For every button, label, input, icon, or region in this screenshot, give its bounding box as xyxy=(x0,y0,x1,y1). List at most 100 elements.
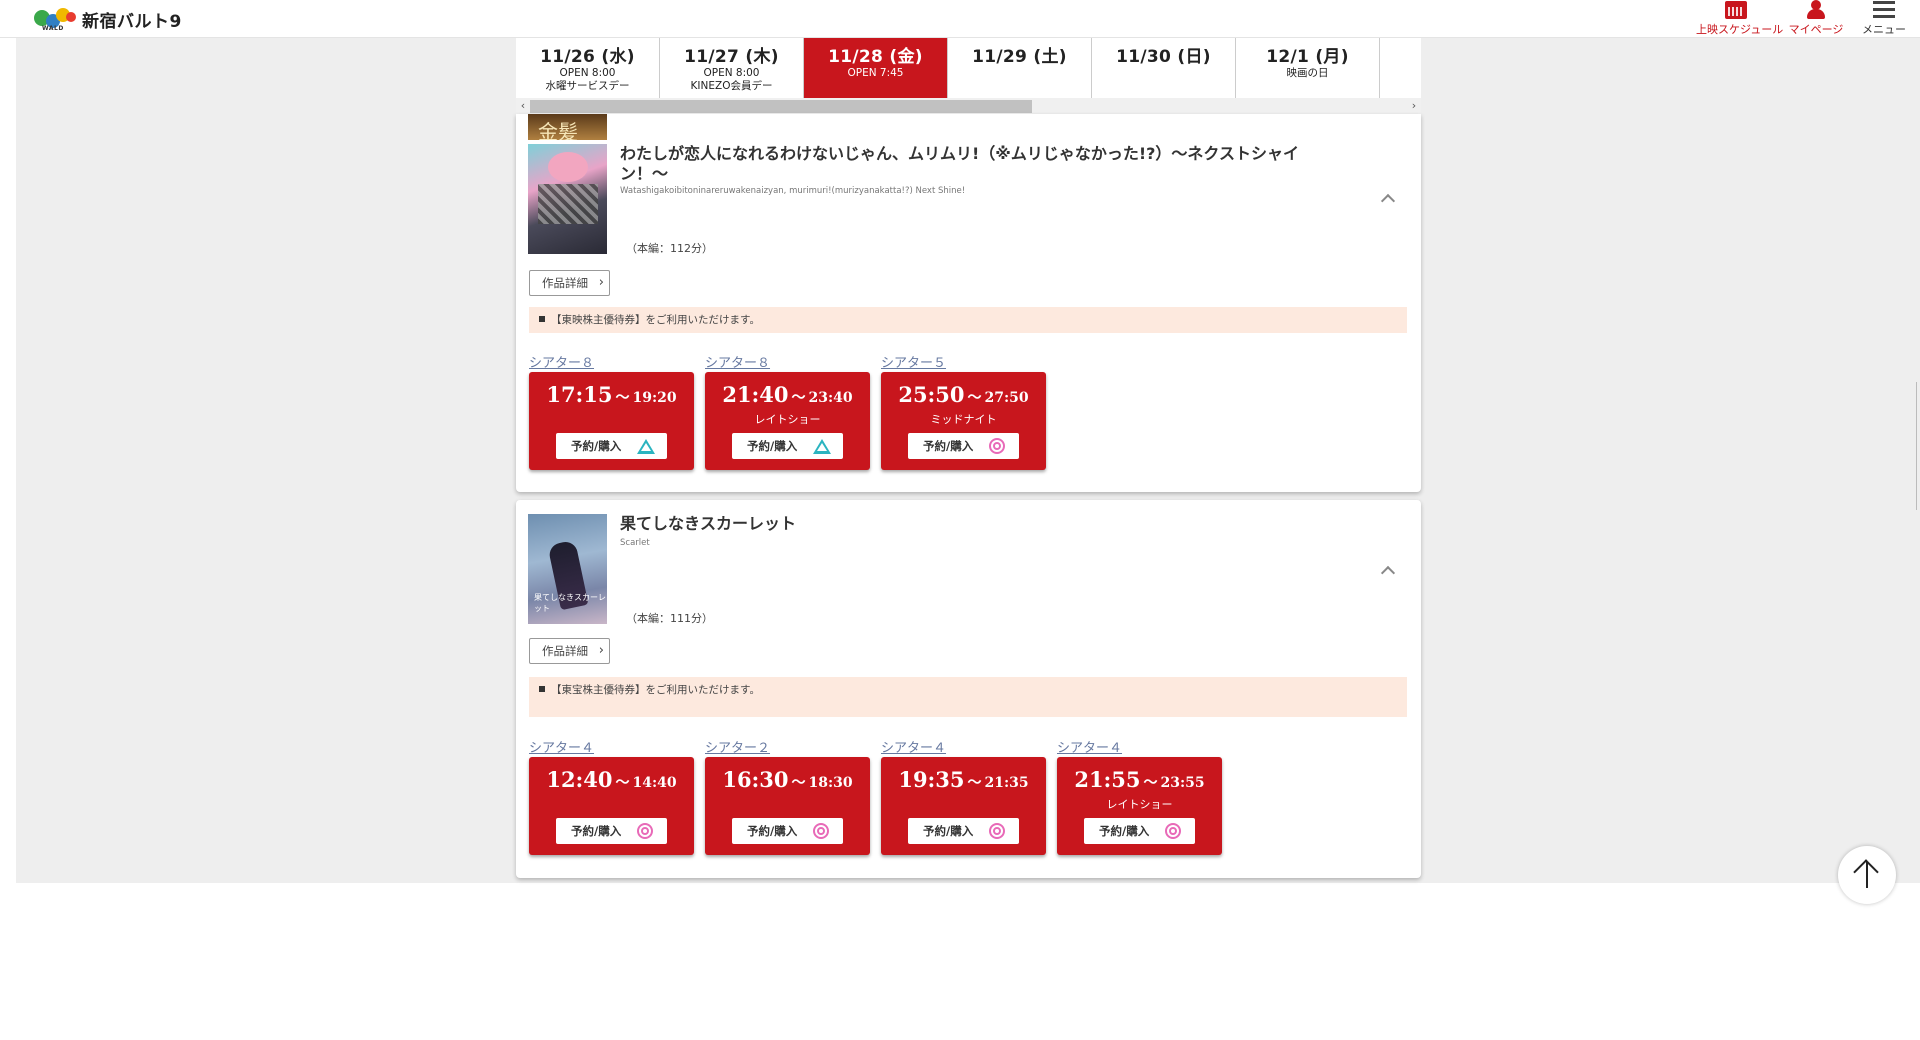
date-tab[interactable]: 11/30 (日) xyxy=(1092,38,1236,98)
collapse-chevron-icon[interactable] xyxy=(1380,565,1396,581)
movie-detail-button[interactable]: 作品詳細 xyxy=(529,638,610,664)
movie-subtitle: Scarlet xyxy=(620,538,650,548)
reserve-button[interactable]: 予約/購入 xyxy=(556,433,667,459)
nav-menu[interactable]: メニュー xyxy=(1856,0,1912,38)
logo-text: 新宿バルト9 xyxy=(82,11,182,32)
reserve-button-label: 予約/購入 xyxy=(571,824,622,838)
header-nav: 上映スケジュール マイページ メニュー xyxy=(1696,0,1920,38)
end-time: 27:50 xyxy=(984,390,1029,406)
end-time: 23:40 xyxy=(808,390,853,406)
few-seats-triangle-icon xyxy=(813,439,831,454)
movie-poster[interactable] xyxy=(528,144,607,254)
available-circle-icon xyxy=(989,823,1005,839)
date-tab-line2: KI xyxy=(1380,62,1421,75)
theater-link[interactable]: シアター４ xyxy=(529,737,694,756)
nav-menu-label: メニュー xyxy=(1862,23,1906,36)
date-tab-date: 11/27 (木) xyxy=(684,47,779,67)
poster-caption: 果てしなきスカーレット xyxy=(534,593,606,613)
reserve-button-label: 予約/購入 xyxy=(747,439,798,453)
date-tab[interactable]: 11/28 (金) OPEN 7:45 xyxy=(804,38,948,98)
showtime-item: シアター５ 25:50 〜 27:50 ミッドナイト 予約/購入 xyxy=(881,352,1046,470)
theater-link[interactable]: シアター５ xyxy=(881,352,1046,371)
theater-link[interactable]: シアター４ xyxy=(881,737,1046,756)
bullet-square-icon xyxy=(539,316,545,322)
date-tab-line1: OPEN 8:00 xyxy=(559,67,616,79)
end-time: 19:20 xyxy=(632,390,677,406)
nav-schedule-label: 上映スケジュール xyxy=(1696,23,1784,36)
date-tab-date: 11/30 (日) xyxy=(1116,47,1211,67)
end-time: 18:30 xyxy=(808,775,853,791)
reserve-button[interactable]: 予約/購入 xyxy=(732,818,843,844)
ticket-notice-text: 【東宝株主優待券】をご利用いただけます。 xyxy=(551,684,760,696)
theater-link[interactable]: シアター８ xyxy=(705,352,870,371)
date-tab-date: 1 xyxy=(1380,42,1421,62)
date-tab[interactable]: 12/1 (月) 映画の日 xyxy=(1236,38,1380,98)
date-tabs-strip: 11/26 (水) OPEN 8:00 水曜サービスデー 11/27 (木) OPEN … xyxy=(516,38,1421,98)
calendar-icon xyxy=(1725,1,1747,19)
reserve-button-label: 予約/購入 xyxy=(1099,824,1150,838)
nav-mypage[interactable]: マイページ xyxy=(1776,0,1856,38)
ticket-notice: 【東映株主優待券】をご利用いただけます。 xyxy=(529,307,1407,333)
showtime-slot[interactable]: 16:30 〜 18:30 予約/購入 xyxy=(705,757,870,855)
date-tab-date: 12/1 (月) xyxy=(1266,47,1349,67)
showtime-slot[interactable]: 25:50 〜 27:50 ミッドナイト 予約/購入 xyxy=(881,372,1046,470)
date-tabs-scrollbar[interactable]: ‹ › xyxy=(516,98,1421,114)
date-tab[interactable]: 11/27 (木) OPEN 8:00 KINEZO会員デー xyxy=(660,38,804,98)
date-tab[interactable]: 11/29 (土) xyxy=(948,38,1092,98)
previous-poster-fragment: 金髪 xyxy=(528,114,607,140)
bullet-square-icon xyxy=(539,686,545,692)
date-tab-line2: 水曜サービスデー xyxy=(545,80,630,92)
showtime-slot[interactable]: 12:40 〜 14:40 予約/購入 xyxy=(529,757,694,855)
showtime-item: シアター８ 21:40 〜 23:40 レイトショー 予約/購入 xyxy=(705,352,870,470)
showtime-slot[interactable]: 21:55 〜 23:55 レイトショー 予約/購入 xyxy=(1057,757,1222,855)
end-time: 23:55 xyxy=(1160,775,1205,791)
nav-mypage-label: マイページ xyxy=(1788,23,1844,36)
reserve-button[interactable]: 予約/購入 xyxy=(908,818,1019,844)
showtime-item: シアター２ 16:30 〜 18:30 予約/購入 xyxy=(705,737,870,855)
back-to-top-button[interactable] xyxy=(1838,846,1896,904)
nav-schedule[interactable]: 上映スケジュール xyxy=(1696,0,1784,38)
theater-link[interactable]: シアター８ xyxy=(529,352,694,371)
start-time: 25:50 xyxy=(898,382,965,407)
showtime-item: シアター４ 21:55 〜 23:55 レイトショー 予約/購入 xyxy=(1057,737,1222,855)
start-time: 12:40 xyxy=(546,767,613,792)
available-circle-icon xyxy=(989,438,1005,454)
showtime-slot[interactable]: 21:40 〜 23:40 レイトショー 予約/購入 xyxy=(705,372,870,470)
user-icon xyxy=(1807,0,1825,19)
scroll-right-arrow-icon[interactable]: › xyxy=(1407,98,1421,114)
reserve-button[interactable]: 予約/購入 xyxy=(556,818,667,844)
showtime-item: シアター４ 12:40 〜 14:40 予約/購入 xyxy=(529,737,694,855)
movie-poster[interactable]: 果てしなきスカーレット xyxy=(528,514,607,624)
ticket-notice: 【東宝株主優待券】をご利用いただけます。 xyxy=(529,677,1407,717)
date-tab-line1: OPEN 7:45 xyxy=(847,67,904,79)
start-time: 21:55 xyxy=(1074,767,1141,792)
date-tab-line2: KINEZO会員デー xyxy=(690,80,773,92)
few-seats-triangle-icon xyxy=(637,439,655,454)
reserve-button[interactable]: 予約/購入 xyxy=(908,433,1019,459)
date-tab[interactable]: 11/26 (水) OPEN 8:00 水曜サービスデー xyxy=(516,38,660,98)
movie-title: 果てしなきスカーレット xyxy=(620,514,797,533)
showtime-slot[interactable]: 19:35 〜 21:35 予約/購入 xyxy=(881,757,1046,855)
movie-subtitle: Watashigakoibitoninareruwakenaizyan, mur… xyxy=(620,186,966,196)
theater-link[interactable]: シアター４ xyxy=(1057,737,1222,756)
scroll-left-arrow-icon[interactable]: ‹ xyxy=(516,98,530,114)
end-time: 21:35 xyxy=(984,775,1029,791)
reserve-button-label: 予約/購入 xyxy=(571,439,622,453)
logo-mark-icon: WALD xyxy=(34,6,76,32)
reserve-button[interactable]: 予約/購入 xyxy=(1084,818,1195,844)
available-circle-icon xyxy=(637,823,653,839)
showtime-slot[interactable]: 17:15 〜 19:20 予約/購入 xyxy=(529,372,694,470)
theater-link[interactable]: シアター２ xyxy=(705,737,870,756)
site-logo[interactable]: WALD 新宿バルト9 xyxy=(34,6,182,32)
scrollbar-thumb[interactable] xyxy=(530,100,1032,113)
start-time: 19:35 xyxy=(898,767,965,792)
reserve-button[interactable]: 予約/購入 xyxy=(732,433,843,459)
movie-card: 果てしなきスカーレット 果てしなきスカーレット Scarlet （本編：111分… xyxy=(516,500,1421,878)
showtime-note: ミッドナイト xyxy=(930,413,997,426)
showtime-list: シアター４ 12:40 〜 14:40 予約/購入 シアター２ 16:30 〜 18:30 予約/… xyxy=(529,737,1222,855)
date-tab[interactable]: 1KI xyxy=(1380,38,1421,98)
movie-detail-button[interactable]: 作品詳細 xyxy=(529,270,610,296)
movie-runtime: （本編：111分） xyxy=(626,612,713,625)
showtime-item: シアター８ 17:15 〜 19:20 予約/購入 xyxy=(529,352,694,470)
collapse-chevron-icon[interactable] xyxy=(1380,193,1396,209)
